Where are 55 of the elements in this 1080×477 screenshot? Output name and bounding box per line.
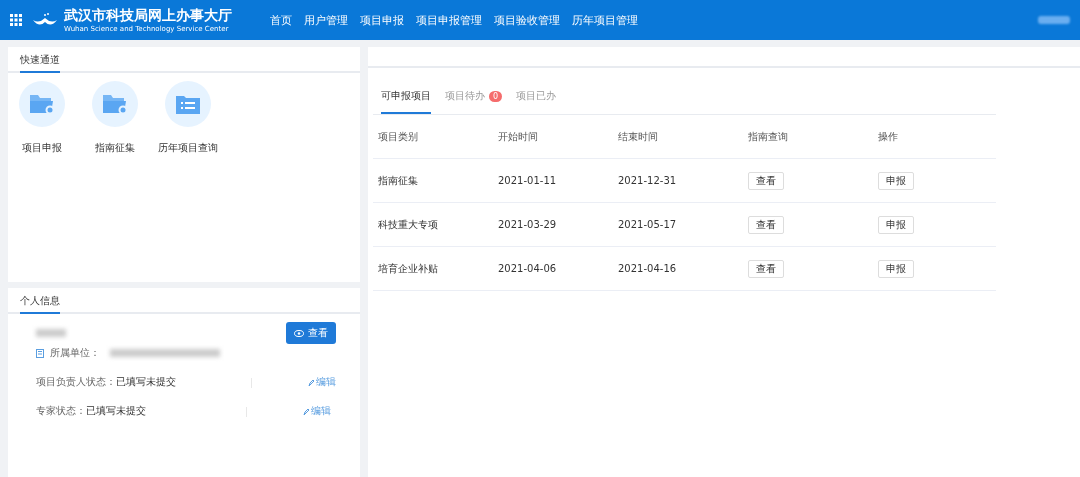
building-icon bbox=[36, 348, 44, 358]
pencil-icon bbox=[303, 407, 310, 416]
logo-icon bbox=[32, 12, 58, 28]
folder-gear-icon bbox=[102, 93, 128, 115]
folder-gear-icon bbox=[29, 93, 55, 115]
section-title: 快速通道 bbox=[20, 53, 60, 73]
site-title: 武汉市科技局网上办事大厅 bbox=[64, 7, 232, 25]
table-cell: 2021-05-17 bbox=[618, 219, 677, 230]
view-guide-button[interactable]: 查看 bbox=[748, 215, 784, 234]
status-value: 已填写未提交 bbox=[116, 376, 177, 389]
nav-link[interactable]: 首页 bbox=[270, 12, 292, 28]
count-badge: 0 bbox=[489, 90, 503, 102]
unit-label: 所属单位： bbox=[50, 346, 100, 360]
nav-link[interactable]: 项目申报 bbox=[360, 12, 404, 28]
shortcut-label[interactable]: 项目申报 bbox=[22, 141, 62, 155]
shortcut-label[interactable]: 指南征集 bbox=[95, 141, 135, 155]
shortcut-label[interactable]: 历年项目查询 bbox=[158, 141, 218, 155]
tab[interactable]: 项目待办 0 bbox=[445, 81, 503, 114]
view-guide-button[interactable]: 查看 bbox=[748, 171, 784, 190]
column-header: 操作 bbox=[873, 115, 996, 159]
table-cell: 2021-04-06 bbox=[498, 263, 557, 274]
grid-menu-icon[interactable] bbox=[10, 14, 22, 26]
column-header: 项目类别 bbox=[373, 115, 493, 159]
column-header: 结束时间 bbox=[613, 115, 743, 159]
status-value: 已填写未提交 bbox=[86, 405, 147, 418]
blurred-username bbox=[1038, 16, 1070, 24]
table-cell: 科技重大专项 bbox=[378, 218, 438, 230]
nav-link[interactable]: 历年项目管理 bbox=[572, 12, 638, 28]
table-cell: 2021-12-31 bbox=[618, 175, 677, 186]
eye-icon bbox=[294, 329, 304, 337]
pencil-icon bbox=[308, 378, 315, 387]
apply-button[interactable]: 申报 bbox=[878, 215, 914, 234]
apply-button[interactable]: 申报 bbox=[878, 259, 914, 278]
table-cell: 指南征集 bbox=[378, 174, 418, 186]
list-folder-icon bbox=[176, 94, 200, 114]
column-header: 开始时间 bbox=[493, 115, 613, 159]
nav-link[interactable]: 用户管理 bbox=[304, 12, 348, 28]
tab[interactable]: 可申报项目 bbox=[381, 81, 431, 114]
table-cell: 2021-04-16 bbox=[618, 263, 677, 274]
table-cell: 2021-01-11 bbox=[498, 175, 557, 186]
tab[interactable]: 项目已办 bbox=[516, 81, 557, 114]
nav-link[interactable]: 项目申报管理 bbox=[416, 12, 482, 28]
table-cell: 2021-03-29 bbox=[498, 219, 557, 230]
blurred-name bbox=[36, 329, 66, 337]
apply-button[interactable]: 申报 bbox=[878, 171, 914, 190]
view-guide-button[interactable]: 查看 bbox=[748, 259, 784, 278]
column-header: 指南查询 bbox=[743, 115, 873, 159]
edit-link[interactable]: 编辑 bbox=[308, 376, 336, 389]
status-label: 专家状态： bbox=[36, 405, 86, 418]
table-cell: 培育企业补贴 bbox=[378, 262, 438, 274]
nav-link[interactable]: 项目验收管理 bbox=[494, 12, 560, 28]
edit-link[interactable]: 编辑 bbox=[303, 405, 331, 418]
view-button[interactable]: 查看 bbox=[286, 322, 336, 344]
status-label: 项目负责人状态： bbox=[36, 376, 116, 389]
section-title: 个人信息 bbox=[20, 294, 60, 314]
